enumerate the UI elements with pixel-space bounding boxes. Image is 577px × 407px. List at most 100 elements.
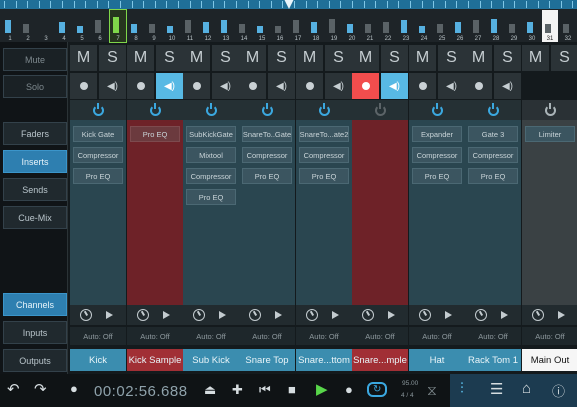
mute-button[interactable]: M: [409, 45, 436, 71]
overview-channel-28[interactable]: 28: [488, 10, 504, 42]
monitor-button[interactable]: ◀): [212, 73, 239, 99]
overview-channel-26[interactable]: 26: [452, 10, 468, 42]
insert-slot[interactable]: Pro EQ: [299, 168, 349, 184]
channel-name[interactable]: Sub Kick: [183, 349, 239, 371]
solo-button[interactable]: S: [494, 45, 521, 71]
insert-power-row[interactable]: [70, 100, 126, 120]
record-arm-button[interactable]: [409, 73, 436, 99]
automation-mode[interactable]: Auto: Off: [409, 327, 465, 345]
insert-slot[interactable]: Pro EQ: [242, 168, 292, 184]
automation-clock-icon[interactable]: [193, 309, 205, 321]
time-display[interactable]: 00:02:56.688: [94, 383, 188, 400]
insert-power-row[interactable]: [522, 100, 577, 120]
insert-slot[interactable]: Gate 3: [468, 126, 518, 142]
monitor-button[interactable]: ◀): [438, 73, 465, 99]
loop-icon[interactable]: ↻: [367, 382, 388, 397]
overview-channel-10[interactable]: 10: [164, 10, 180, 42]
sends-view-button[interactable]: Sends: [3, 178, 67, 201]
insert-slot[interactable]: SnareTo...ate2: [299, 126, 349, 142]
record-arm-button[interactable]: [70, 73, 97, 99]
insert-slot[interactable]: Compressor: [73, 147, 123, 163]
overview-channel-18[interactable]: 18: [308, 10, 324, 42]
record-arm-button[interactable]: [465, 73, 492, 99]
insert-slot[interactable]: Compressor: [299, 147, 349, 163]
automation-play-icon[interactable]: [558, 311, 565, 319]
monitor-button[interactable]: ◀): [325, 73, 352, 99]
solo-all-button[interactable]: Solo: [3, 75, 67, 98]
insert-slot[interactable]: Compressor: [468, 147, 518, 163]
overview-channel-17[interactable]: 17: [290, 10, 306, 42]
insert-power-row[interactable]: [409, 100, 465, 120]
undo-icon[interactable]: ↶: [7, 380, 20, 398]
marker-icon[interactable]: ⏏: [204, 382, 216, 398]
overview-channel-6[interactable]: 6: [92, 10, 108, 42]
monitor-button[interactable]: ◀): [156, 73, 183, 99]
insert-slot[interactable]: Pro EQ: [130, 126, 180, 142]
overview-channel-27[interactable]: 27: [470, 10, 486, 42]
channel-name[interactable]: Kick: [70, 349, 126, 371]
help-icon[interactable]: ⓘ: [552, 381, 565, 400]
automation-clock-icon[interactable]: [362, 309, 374, 321]
insert-slot[interactable]: Limiter: [525, 126, 575, 142]
overview-channel-1[interactable]: 1: [2, 10, 18, 42]
channel-name[interactable]: Rack Tom 1: [465, 349, 521, 371]
mute-button[interactable]: M: [127, 45, 154, 71]
overview-channel-19[interactable]: 19: [326, 10, 342, 42]
automation-play-icon[interactable]: [445, 311, 452, 319]
stop-icon[interactable]: ■: [288, 382, 296, 397]
solo-button[interactable]: S: [325, 45, 352, 71]
automation-mode[interactable]: Auto: Off: [183, 327, 239, 345]
play-icon[interactable]: ▶: [316, 380, 328, 398]
insert-power-row[interactable]: [183, 100, 239, 120]
insert-power-row[interactable]: [352, 100, 408, 120]
overview-channel-23[interactable]: 23: [398, 10, 414, 42]
insert-slot[interactable]: Kick Gate: [73, 126, 123, 142]
overview-channel-24[interactable]: 24: [416, 10, 432, 42]
time-signature-display[interactable]: 4 / 4: [401, 392, 414, 399]
insert-slot[interactable]: Pro EQ: [468, 168, 518, 184]
insert-slot[interactable]: SubKickGate: [186, 126, 236, 142]
mute-button[interactable]: M: [70, 45, 97, 71]
solo-button[interactable]: S: [212, 45, 239, 71]
insert-slot[interactable]: Expander: [412, 126, 462, 142]
channel-name[interactable]: Hat: [409, 349, 465, 371]
channel-name[interactable]: Snare...mple: [352, 349, 408, 371]
automation-play-icon[interactable]: [163, 311, 170, 319]
automation-mode[interactable]: Auto: Off: [70, 327, 126, 345]
cue-mix-view-button[interactable]: Cue-Mix: [3, 206, 67, 229]
monitor-button[interactable]: ◀): [268, 73, 295, 99]
overview-channel-32[interactable]: 32: [560, 10, 576, 42]
power-icon[interactable]: [92, 102, 104, 116]
mute-all-button[interactable]: Mute: [3, 48, 67, 71]
insert-power-row[interactable]: [296, 100, 352, 120]
mute-button[interactable]: M: [183, 45, 210, 71]
insert-power-row[interactable]: [465, 100, 521, 120]
power-icon[interactable]: [261, 102, 273, 116]
overview-channel-14[interactable]: 14: [236, 10, 252, 42]
insert-slot[interactable]: Pro EQ: [186, 189, 236, 205]
automation-clock-icon[interactable]: [249, 309, 261, 321]
mute-button[interactable]: M: [465, 45, 492, 71]
mute-button[interactable]: M: [522, 45, 549, 71]
automation-mode[interactable]: Auto: Off: [352, 327, 408, 345]
overview-channel-5[interactable]: 5: [74, 10, 90, 42]
automation-mode[interactable]: Auto: Off: [127, 327, 183, 345]
overview-channel-25[interactable]: 25: [434, 10, 450, 42]
insert-slot[interactable]: Compressor: [412, 147, 462, 163]
automation-clock-icon[interactable]: [80, 309, 92, 321]
power-icon[interactable]: [487, 102, 499, 116]
rewind-icon[interactable]: ⏮: [259, 382, 271, 398]
automation-clock-icon[interactable]: [532, 309, 544, 321]
add-marker-icon[interactable]: ✚: [232, 382, 243, 398]
power-icon[interactable]: [431, 102, 443, 116]
record-arm-button[interactable]: [296, 73, 323, 99]
overview-channel-22[interactable]: 22: [380, 10, 396, 42]
overview-channel-12[interactable]: 12: [200, 10, 216, 42]
clock-icon[interactable]: ●: [70, 381, 78, 396]
faders-view-button[interactable]: Faders: [3, 122, 67, 145]
insert-slot[interactable]: Pro EQ: [73, 168, 123, 184]
record-arm-button[interactable]: [127, 73, 154, 99]
insert-power-row[interactable]: [239, 100, 295, 120]
overview-channel-31[interactable]: 31: [542, 10, 558, 42]
channel-name[interactable]: Kick Sample: [127, 349, 183, 371]
